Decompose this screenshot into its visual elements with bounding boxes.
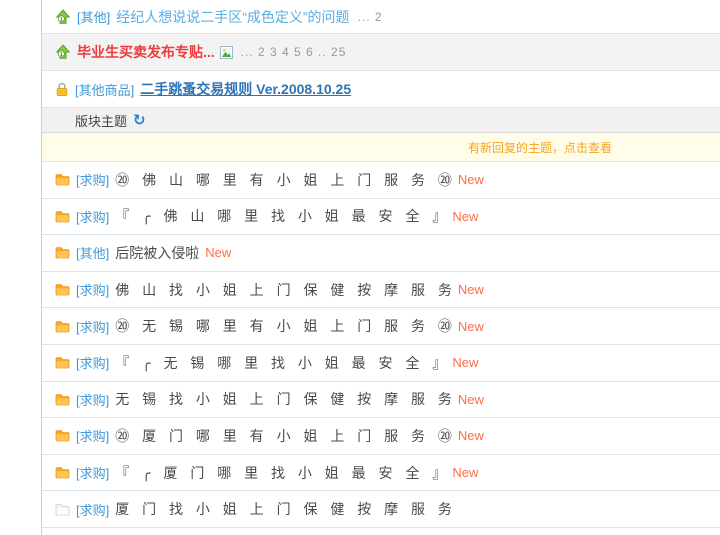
thread-title-link[interactable]: 『 ╭ 厦 门 哪 里 找 小 姐 最 安 全 』	[115, 463, 446, 483]
folder-new-icon	[55, 283, 70, 296]
new-badge[interactable]: New	[458, 172, 484, 187]
thread-tag-link[interactable]: [其他]	[76, 243, 109, 262]
thread-title-link[interactable]: 佛 山 找 小 姐 上 门 保 健 按 摩 服 务	[115, 280, 452, 300]
rules-thread-title-link[interactable]: 二手跳蚤交易规则 Ver.2008.10.25	[140, 79, 351, 99]
thread-tag-link[interactable]: [求购]	[76, 426, 109, 445]
folder-new-icon	[55, 210, 70, 223]
svg-text:1: 1	[60, 16, 63, 22]
forum-thread-list: 1 [其他] 经纪人想说说二手区“成色定义”的问题 ... 2 1 毕业生买卖发…	[41, 0, 720, 535]
new-replies-link[interactable]: 有新回复的主题，点击查看	[468, 139, 612, 156]
thread-tag-link[interactable]: [求购]	[76, 280, 109, 299]
lock-icon	[55, 82, 69, 97]
thread-row: [求购] ⑳ 佛 山 哪 里 有 小 姐 上 门 服 务 ⑳ New	[42, 162, 720, 199]
thread-row: [求购] 『 ╭ 佛 山 哪 里 找 小 姐 最 安 全 』 New	[42, 199, 720, 236]
thread-pagination[interactable]: ... 2	[358, 10, 383, 24]
thread-title-link[interactable]: 无 锡 找 小 姐 上 门 保 健 按 摩 服 务	[115, 389, 452, 409]
thread-tag-link[interactable]: [求购]	[76, 170, 109, 189]
sticky-thread-row-3: [其他商品] 二手跳蚤交易规则 Ver.2008.10.25	[42, 71, 720, 108]
new-replies-notice-bar: 有新回复的主题，点击查看	[42, 133, 720, 162]
folder-new-icon	[55, 356, 70, 369]
thread-tag-link[interactable]: [求购]	[76, 207, 109, 226]
sticky-thread-title-link[interactable]: 经纪人想说说二手区“成色定义”的问题	[116, 7, 349, 27]
section-header: 版块主题 ↻	[42, 108, 720, 133]
thread-row: [求购] 『 ╭ 厦 门 哪 里 找 小 姐 最 安 全 』 New	[42, 455, 720, 492]
thread-row: [求购] 无 锡 找 小 姐 上 门 保 健 按 摩 服 务 New	[42, 382, 720, 419]
folder-new-icon	[55, 466, 70, 479]
new-badge[interactable]: New	[452, 209, 478, 224]
thread-row: [求购] ⑳ 厦 门 哪 里 有 小 姐 上 门 服 务 ⑳ New	[42, 418, 720, 455]
thread-title-link[interactable]: ⑳ 佛 山 哪 里 有 小 姐 上 门 服 务 ⑳	[115, 170, 452, 190]
new-badge[interactable]: New	[458, 319, 484, 334]
thread-pagination[interactable]: ... 2 3 4 5 6 .. 25	[241, 45, 347, 59]
thread-row: [求购] 厦 门 找 小 姐 上 门 保 健 按 摩 服 务	[42, 491, 720, 528]
new-badge[interactable]: New	[452, 355, 478, 370]
sticky-thread-row-1: 1 [其他] 经纪人想说说二手区“成色定义”的问题 ... 2	[42, 0, 720, 34]
thread-tag-link[interactable]: [其他]	[77, 7, 110, 26]
folder-new-icon	[55, 429, 70, 442]
thread-row: [其他] 后院被入侵啦 New	[42, 235, 720, 272]
folder-new-icon	[55, 393, 70, 406]
folder-new-icon	[55, 173, 70, 186]
thread-title-link[interactable]: 后院被入侵啦	[115, 243, 199, 263]
thread-title-link[interactable]: 厦 门 找 小 姐 上 门 保 健 按 摩 服 务	[115, 499, 452, 519]
new-badge[interactable]: New	[458, 392, 484, 407]
section-header-label: 版块主题	[75, 111, 127, 130]
image-attachment-icon	[220, 46, 233, 59]
folder-new-icon	[55, 246, 70, 259]
thread-tag-link[interactable]: [求购]	[76, 463, 109, 482]
thread-title-link[interactable]: 『 ╭ 佛 山 哪 里 找 小 姐 最 安 全 』	[115, 206, 446, 226]
thread-tag-link[interactable]: [求购]	[76, 353, 109, 372]
new-badge[interactable]: New	[458, 282, 484, 297]
sticky-thread-title-link[interactable]: 毕业生买卖发布专贴...	[77, 42, 215, 62]
thread-title-link[interactable]: ⑳ 厦 门 哪 里 有 小 姐 上 门 服 务 ⑳	[115, 426, 452, 446]
thread-tag-link[interactable]: [求购]	[76, 500, 109, 519]
thread-row: [求购] 佛 山 找 小 姐 上 门 保 健 按 摩 服 务 New	[42, 272, 720, 309]
thread-tag-link[interactable]: [求购]	[76, 390, 109, 409]
thread-title-link[interactable]: 『 ╭ 无 锡 哪 里 找 小 姐 最 安 全 』	[115, 353, 446, 373]
thread-tag-link[interactable]: [其他商品]	[75, 80, 134, 99]
svg-text:1: 1	[60, 52, 63, 58]
folder-old-icon	[55, 503, 70, 516]
thread-row: [求购] ⑳ 无 锡 哪 里 有 小 姐 上 门 服 务 ⑳ New	[42, 308, 720, 345]
thread-title-link[interactable]: ⑳ 无 锡 哪 里 有 小 姐 上 门 服 务 ⑳	[115, 316, 452, 336]
pin-up-arrow-level1-icon: 1	[55, 44, 71, 60]
new-badge[interactable]: New	[452, 465, 478, 480]
thread-tag-link[interactable]: [求购]	[76, 317, 109, 336]
thread-row: [求购] 『 ╭ 无 锡 哪 里 找 小 姐 最 安 全 』 New	[42, 345, 720, 382]
new-badge[interactable]: New	[205, 245, 231, 260]
new-badge[interactable]: New	[458, 428, 484, 443]
sticky-thread-row-2: 1 毕业生买卖发布专贴... ... 2 3 4 5 6 .. 25	[42, 34, 720, 71]
pin-up-arrow-level1-icon: 1	[55, 9, 71, 25]
refresh-icon[interactable]: ↻	[133, 113, 146, 128]
folder-new-icon	[55, 320, 70, 333]
